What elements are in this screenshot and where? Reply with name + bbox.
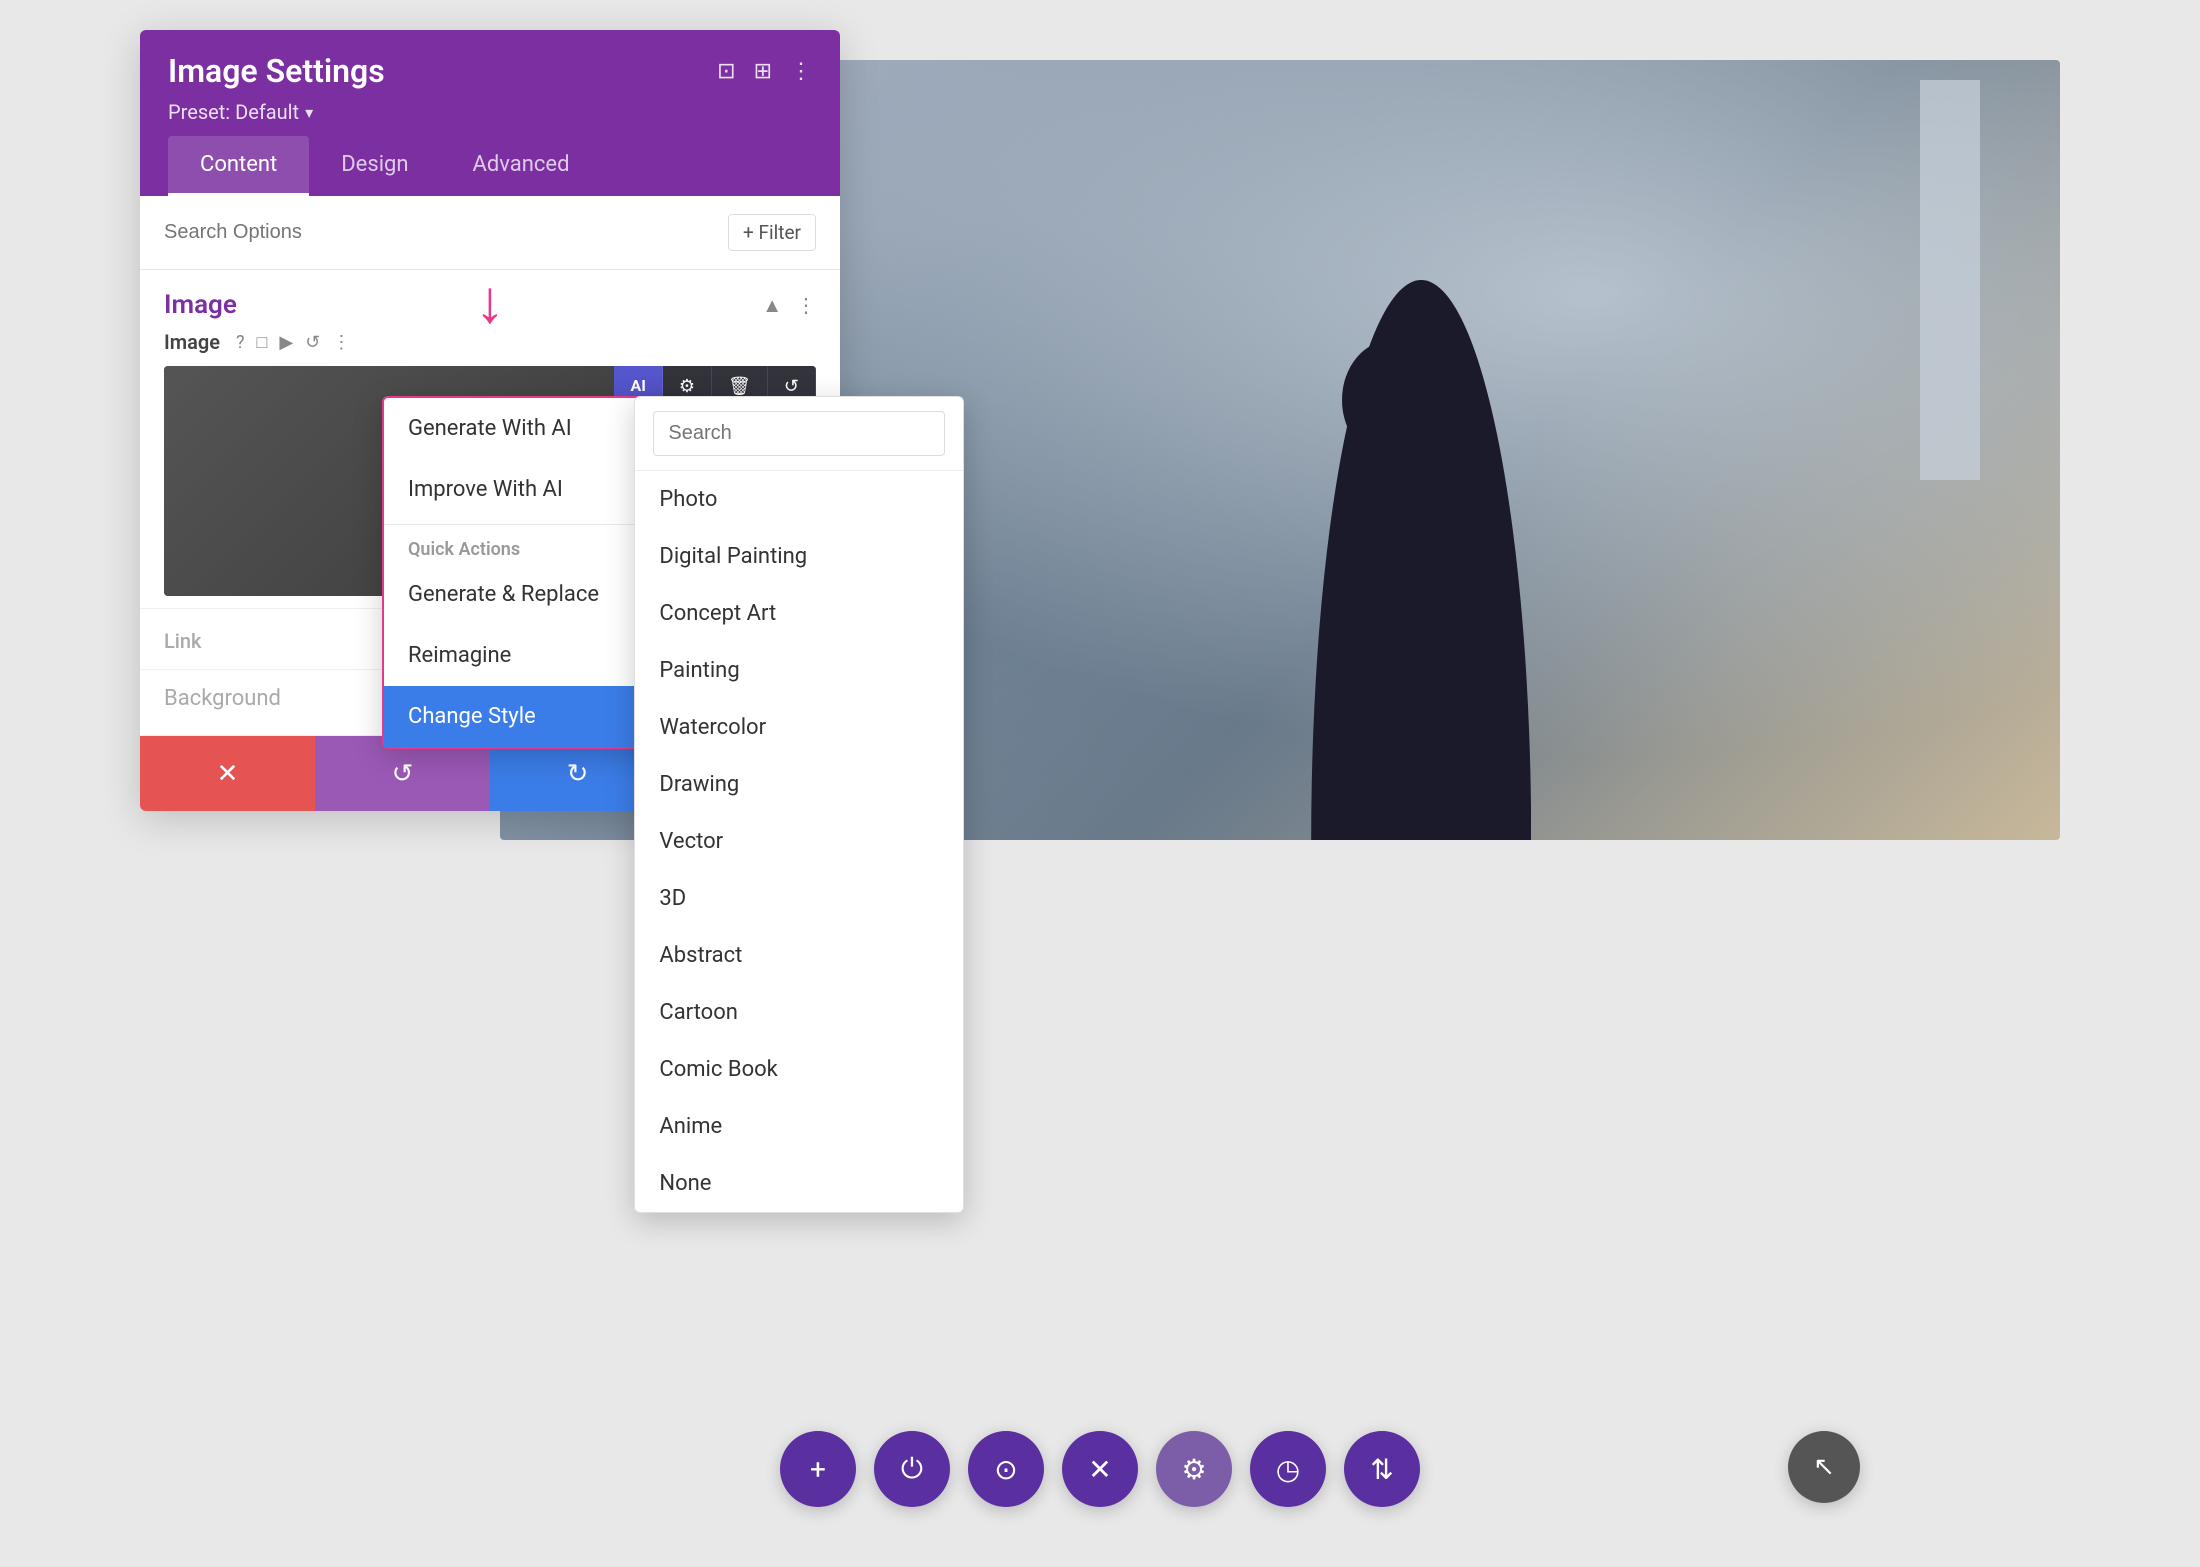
- image-toolbar-icons: ? □ ▶ ↺ ⋮: [236, 332, 350, 353]
- more-options-icon[interactable]: ⋮: [332, 332, 350, 353]
- mobile-icon[interactable]: □: [257, 332, 268, 353]
- add-icon: +: [810, 1453, 826, 1486]
- toolbar-stop-button[interactable]: ⊙: [968, 1431, 1044, 1507]
- building-element: [1920, 80, 1980, 480]
- style-item-digital-painting[interactable]: Digital Painting: [635, 528, 963, 585]
- history-icon: ◷: [1276, 1453, 1300, 1486]
- canvas-area: Image Settings ⊡ ⊞ ⋮ Preset: Default ▾ C…: [0, 0, 2200, 1567]
- more-icon[interactable]: ⋮: [790, 59, 812, 84]
- toolbar-close-button[interactable]: ✕: [1062, 1431, 1138, 1507]
- search-options-input[interactable]: [164, 221, 716, 244]
- panel-header: Image Settings ⊡ ⊞ ⋮ Preset: Default ▾ C…: [140, 30, 840, 196]
- preset-label: Preset: Default: [168, 100, 299, 124]
- style-item-anime[interactable]: Anime: [635, 1098, 963, 1155]
- panel-tabs: Content Design Advanced: [168, 136, 812, 196]
- power-icon: ⏻: [901, 1452, 923, 1486]
- style-search-container: [635, 397, 963, 471]
- panel-title: Image Settings: [168, 52, 385, 90]
- responsive-icon[interactable]: ⊡: [717, 59, 735, 84]
- cancel-button[interactable]: ✕: [140, 736, 315, 811]
- background-label: Background: [164, 686, 281, 711]
- sliders-icon: ⇅: [1370, 1453, 1393, 1486]
- panel-search-row: + Filter: [140, 196, 840, 270]
- panel-title-row: Image Settings ⊡ ⊞ ⋮: [168, 52, 812, 90]
- settings-icon: ⚙: [1181, 1453, 1206, 1486]
- style-search-input[interactable]: [653, 411, 945, 456]
- tab-design[interactable]: Design: [309, 136, 440, 196]
- preset-arrow: ▾: [305, 103, 313, 122]
- help-icon[interactable]: ?: [236, 332, 245, 353]
- style-item-abstract[interactable]: Abstract: [635, 927, 963, 984]
- floating-icon: ↖: [1813, 1452, 1835, 1482]
- floating-icon-button[interactable]: ↖: [1788, 1431, 1860, 1503]
- style-item-3d[interactable]: 3D: [635, 870, 963, 927]
- style-item-watercolor[interactable]: Watercolor: [635, 699, 963, 756]
- filter-button[interactable]: + Filter: [728, 214, 816, 251]
- close-icon: ✕: [1088, 1453, 1111, 1486]
- image-section-title: Image: [164, 290, 237, 320]
- image-preview-area: ↓ AI ⚙ 🗑 ↺ Generate With AI Improve With…: [164, 366, 816, 596]
- bottom-toolbar: + ⏻ ⊙ ✕ ⚙ ◷ ⇅: [780, 1431, 1420, 1507]
- style-item-cartoon[interactable]: Cartoon: [635, 984, 963, 1041]
- figure-head: [1342, 340, 1442, 460]
- toolbar-settings-button[interactable]: ⚙: [1156, 1431, 1232, 1507]
- stop-icon: ⊙: [994, 1453, 1017, 1486]
- pink-arrow: ↓: [475, 266, 505, 337]
- link-label: Link: [164, 629, 201, 653]
- style-item-drawing[interactable]: Drawing: [635, 756, 963, 813]
- panel-title-icons: ⊡ ⊞ ⋮: [717, 59, 812, 84]
- style-item-comic-book[interactable]: Comic Book: [635, 1041, 963, 1098]
- toolbar-add-button[interactable]: +: [780, 1431, 856, 1507]
- reset-icon[interactable]: ↺: [305, 332, 320, 353]
- section-more-icon[interactable]: ⋮: [796, 293, 816, 317]
- style-item-concept-art[interactable]: Concept Art: [635, 585, 963, 642]
- toolbar-history-button[interactable]: ◷: [1250, 1431, 1326, 1507]
- tab-advanced[interactable]: Advanced: [441, 136, 602, 196]
- style-item-photo[interactable]: Photo: [635, 471, 963, 528]
- settings-panel: Image Settings ⊡ ⊞ ⋮ Preset: Default ▾ C…: [140, 30, 840, 811]
- style-item-none[interactable]: None: [635, 1155, 963, 1212]
- image-toolbar-label: Image: [164, 330, 220, 354]
- style-item-painting[interactable]: Painting: [635, 642, 963, 699]
- grid-icon[interactable]: ⊞: [754, 59, 772, 84]
- cursor-icon[interactable]: ▶: [279, 332, 293, 353]
- collapse-icon[interactable]: ▲: [762, 293, 782, 318]
- tab-content[interactable]: Content: [168, 136, 309, 196]
- style-dropdown: Photo Digital Painting Concept Art Paint…: [634, 396, 964, 1213]
- style-item-vector[interactable]: Vector: [635, 813, 963, 870]
- toolbar-sliders-button[interactable]: ⇅: [1344, 1431, 1420, 1507]
- toolbar-power-button[interactable]: ⏻: [874, 1431, 950, 1507]
- panel-preset[interactable]: Preset: Default ▾: [168, 100, 812, 124]
- section-icons: ▲ ⋮: [762, 293, 816, 318]
